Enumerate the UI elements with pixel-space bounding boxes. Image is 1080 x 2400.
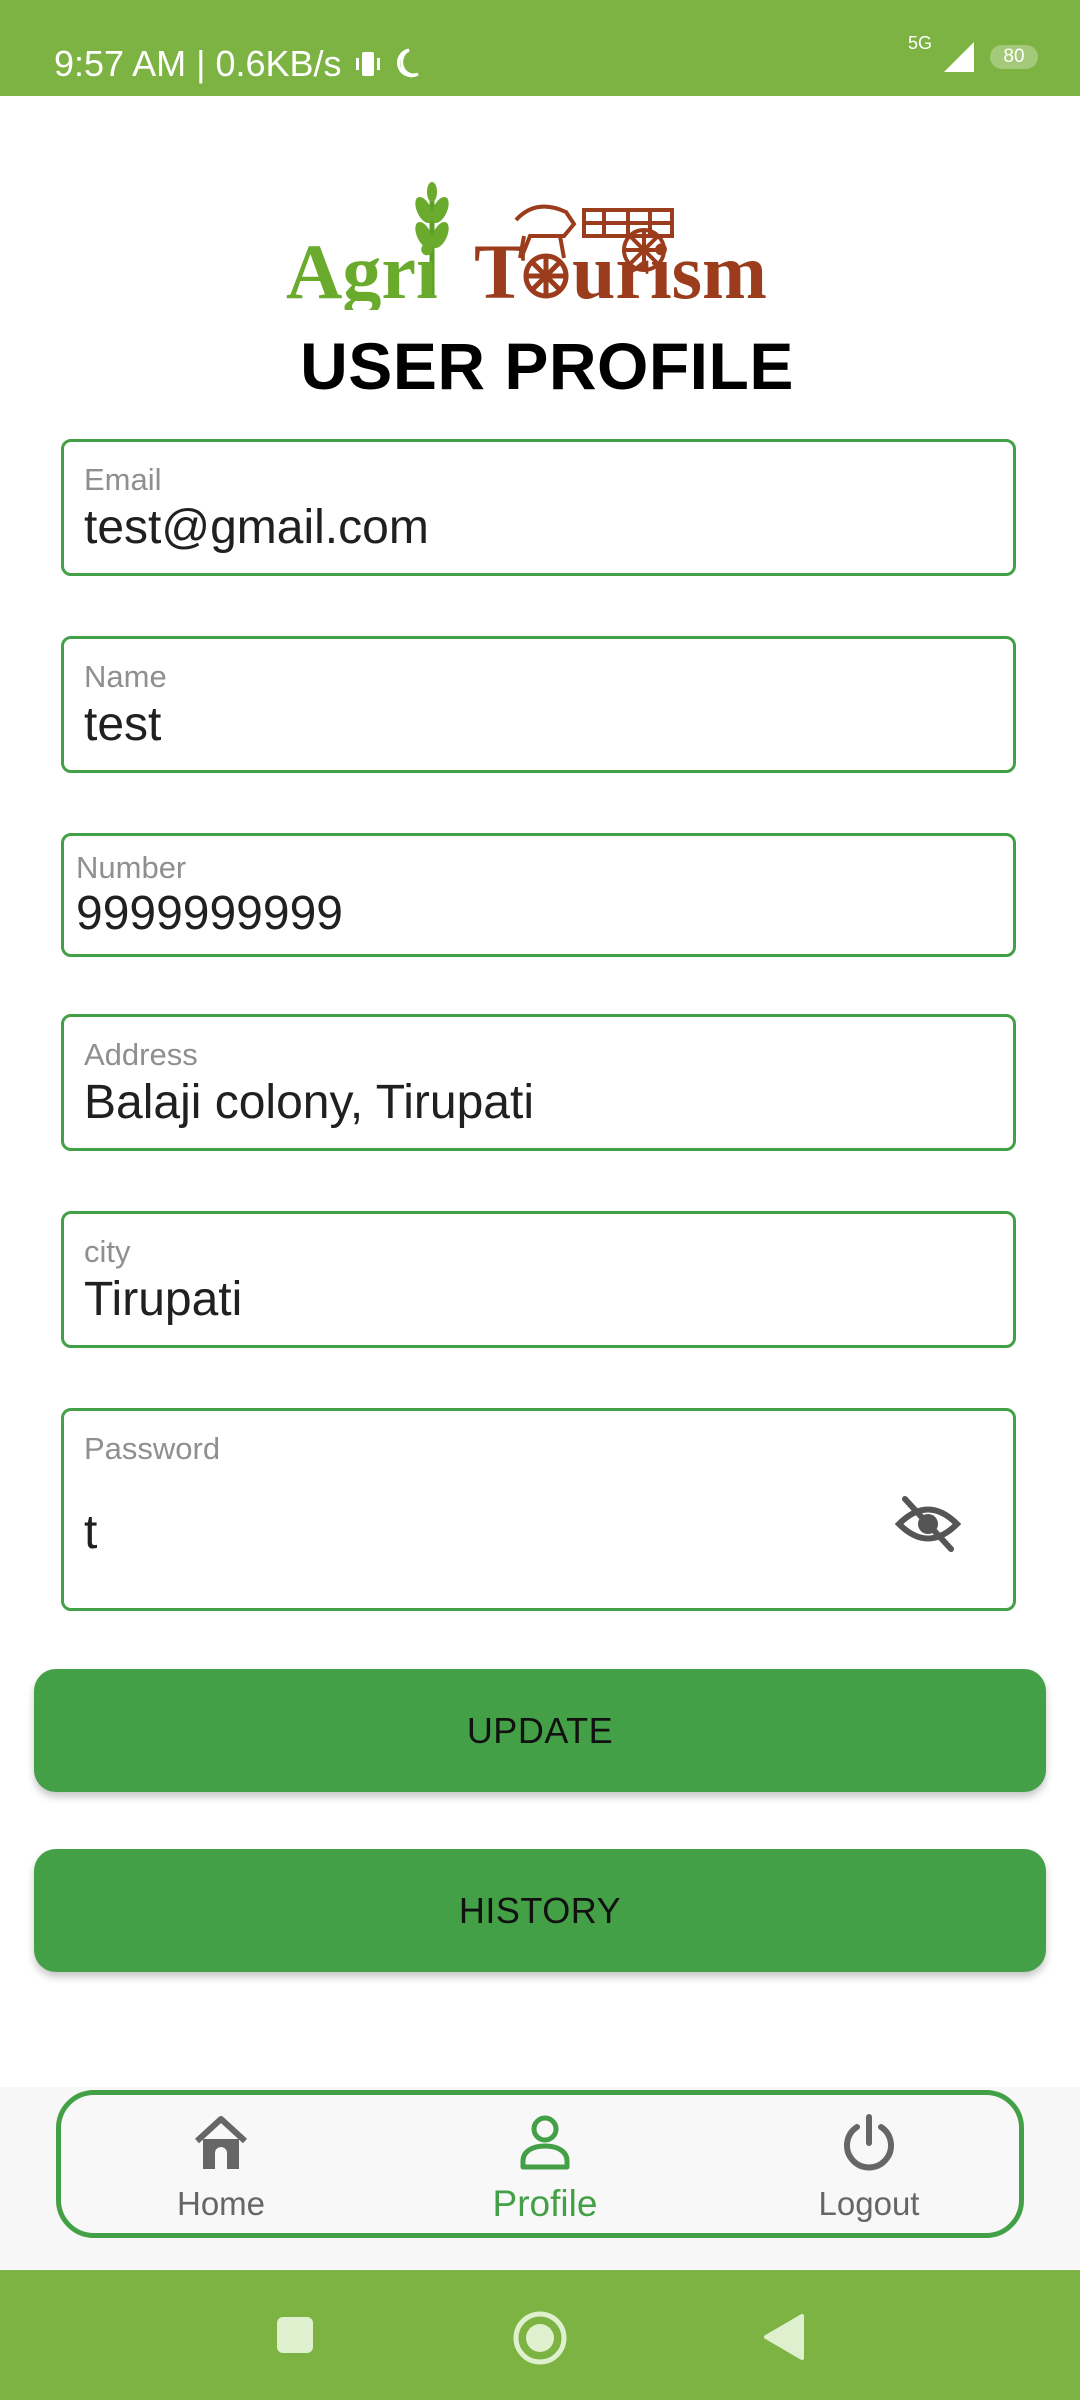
number-field[interactable]: Number 9999999999 bbox=[61, 833, 1016, 957]
number-label: Number bbox=[76, 850, 187, 885]
email-label: Email bbox=[84, 462, 162, 497]
logo-word-urism: urism bbox=[572, 228, 767, 310]
nav-label-profile: Profile bbox=[492, 2183, 598, 2224]
home-icon bbox=[194, 2116, 248, 2169]
status-right-icons: 5G 80 bbox=[904, 33, 1038, 74]
nav-label-logout: Logout bbox=[818, 2185, 920, 2222]
address-label: Address bbox=[84, 1037, 198, 1072]
nav-item-profile[interactable]: Profile bbox=[445, 2095, 645, 2235]
city-value[interactable]: Tirupati bbox=[84, 1272, 242, 1327]
city-label: city bbox=[84, 1234, 131, 1269]
email-value[interactable]: test@gmail.com bbox=[84, 500, 429, 555]
logo-word-t: T bbox=[474, 228, 526, 310]
network-type: 5G bbox=[907, 32, 932, 53]
nav-label-home: Home bbox=[176, 2185, 266, 2222]
city-field[interactable]: city Tirupati bbox=[61, 1211, 1016, 1348]
password-value[interactable]: t bbox=[84, 1505, 97, 1560]
home-circle-icon[interactable] bbox=[512, 2310, 568, 2366]
moon-icon bbox=[396, 48, 419, 78]
name-field[interactable]: Name test bbox=[61, 636, 1016, 773]
nav-item-logout[interactable]: Logout bbox=[769, 2095, 969, 2235]
recents-icon[interactable] bbox=[275, 2315, 315, 2355]
password-field[interactable]: Password t bbox=[61, 1408, 1016, 1611]
password-label: Password bbox=[84, 1431, 221, 1466]
back-icon[interactable] bbox=[762, 2312, 806, 2362]
history-button[interactable]: HISTORY bbox=[34, 1849, 1046, 1972]
wheel-icon bbox=[523, 253, 569, 299]
page-title: USER PROFILE bbox=[300, 329, 794, 403]
eye-off-icon[interactable] bbox=[895, 1495, 961, 1553]
name-value[interactable]: test bbox=[84, 697, 161, 752]
name-label: Name bbox=[84, 659, 167, 694]
status-bar: 9:57 AM | 0.6KB/s 5G 80 bbox=[0, 0, 1080, 96]
battery-icon: 80 bbox=[990, 45, 1038, 69]
power-icon bbox=[844, 2114, 894, 2171]
system-nav-bar bbox=[0, 2270, 1080, 2400]
agritourism-logo: Agri T urism bbox=[286, 182, 767, 310]
update-button[interactable]: UPDATE bbox=[34, 1669, 1046, 1792]
status-time: 9:57 AM | 0.6KB/s bbox=[54, 43, 342, 84]
address-value[interactable]: Balaji colony, Tirupati bbox=[84, 1075, 534, 1130]
email-field[interactable]: Email test@gmail.com bbox=[61, 439, 1016, 576]
nav-item-home[interactable]: Home bbox=[121, 2095, 321, 2235]
signal-icon bbox=[944, 42, 974, 72]
vibrate-icon bbox=[356, 52, 380, 76]
bottom-nav: Home Profile Logout bbox=[56, 2090, 1024, 2238]
status-left-icons bbox=[355, 44, 421, 84]
logo-word-agri: Agri bbox=[286, 228, 438, 310]
number-value[interactable]: 9999999999 bbox=[76, 886, 343, 941]
person-icon bbox=[520, 2115, 570, 2170]
address-field[interactable]: Address Balaji colony, Tirupati bbox=[61, 1014, 1016, 1151]
